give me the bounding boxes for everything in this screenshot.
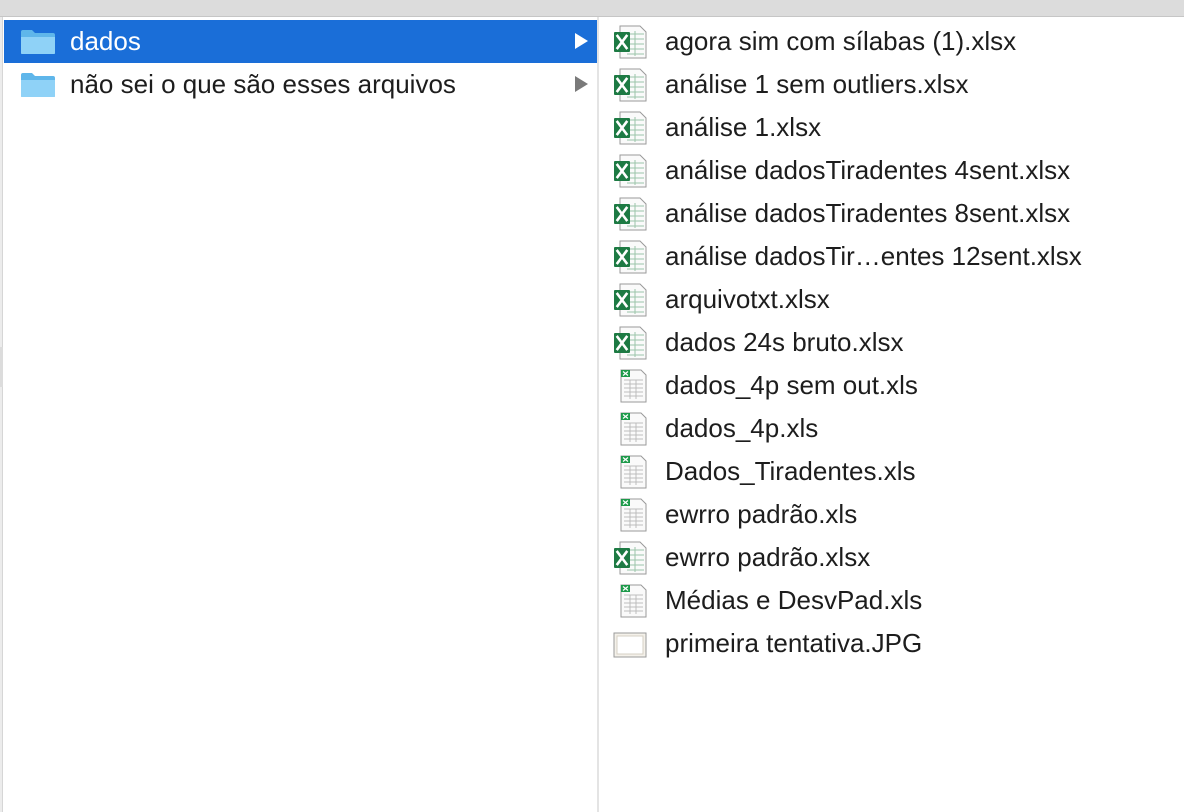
- file-name: primeira tentativa.JPG: [665, 628, 923, 658]
- file-column: agora sim com sílabas (1).xlsx análise 1…: [599, 17, 1184, 812]
- folder-icon: [21, 73, 55, 97]
- file-name: dados_4p.xls: [665, 413, 819, 443]
- file-name: análise 1.xlsx: [665, 112, 822, 142]
- folder-icon: [21, 30, 55, 54]
- file-name: análise dadosTir…entes 12sent.xlsx: [665, 241, 1082, 271]
- file-row[interactable]: análise dadosTiradentes 8sent.xlsx: [599, 192, 1184, 235]
- file-name: ewrro padrão.xlsx: [665, 542, 871, 572]
- xlsx-icon: [614, 197, 647, 231]
- folder-name: dados: [70, 26, 141, 56]
- file-name: agora sim com sílabas (1).xlsx: [665, 26, 1017, 56]
- file-row[interactable]: primeira tentativa.JPG: [599, 622, 1184, 665]
- sidebar-edge[interactable]: [0, 17, 3, 812]
- folder-row-nao-sei[interactable]: não sei o que são esses arquivos: [4, 63, 597, 106]
- file-row[interactable]: análise 1.xlsx: [599, 106, 1184, 149]
- xlsx-icon: [614, 283, 647, 317]
- file-row[interactable]: análise dadosTir…entes 12sent.xlsx: [599, 235, 1184, 278]
- file-row[interactable]: arquivotxt.xlsx: [599, 278, 1184, 321]
- window-top-bar: [0, 0, 1184, 17]
- file-name: análise dadosTiradentes 4sent.xlsx: [665, 155, 1071, 185]
- file-name: dados 24s bruto.xlsx: [665, 327, 904, 357]
- jpg-icon: [613, 632, 647, 658]
- file-row[interactable]: dados_4p.xls: [599, 407, 1184, 450]
- xls-icon: [620, 369, 647, 403]
- xlsx-icon: [614, 25, 647, 59]
- file-name: ewrro padrão.xls: [665, 499, 858, 529]
- xlsx-icon: [614, 111, 647, 145]
- file-row[interactable]: dados 24s bruto.xlsx: [599, 321, 1184, 364]
- file-name: arquivotxt.xlsx: [665, 284, 830, 314]
- xls-icon: [620, 412, 647, 446]
- file-name: dados_4p sem out.xls: [665, 370, 918, 400]
- file-row[interactable]: Médias e DesvPad.xls: [599, 579, 1184, 622]
- chevron-right-icon: [575, 33, 588, 49]
- file-row[interactable]: agora sim com sílabas (1).xlsx: [599, 20, 1184, 63]
- folder-row-dados[interactable]: dados: [4, 20, 597, 63]
- xls-icon: [620, 498, 647, 532]
- xlsx-icon: [614, 154, 647, 188]
- file-name: análise 1 sem outliers.xlsx: [665, 69, 969, 99]
- resize-notch[interactable]: [0, 347, 3, 387]
- file-row[interactable]: ewrro padrão.xlsx: [599, 536, 1184, 579]
- xls-icon: [620, 455, 647, 489]
- xls-icon: [620, 584, 647, 618]
- folder-column: dados não sei o que são esses arquivos: [4, 17, 597, 812]
- file-row[interactable]: Dados_Tiradentes.xls: [599, 450, 1184, 493]
- file-name: Dados_Tiradentes.xls: [665, 456, 916, 486]
- file-name: análise dadosTiradentes 8sent.xlsx: [665, 198, 1071, 228]
- folder-name: não sei o que são esses arquivos: [70, 69, 456, 99]
- xlsx-icon: [614, 240, 647, 274]
- file-row[interactable]: análise dadosTiradentes 4sent.xlsx: [599, 149, 1184, 192]
- file-name: Médias e DesvPad.xls: [665, 585, 923, 615]
- file-row[interactable]: análise 1 sem outliers.xlsx: [599, 63, 1184, 106]
- xlsx-icon: [614, 68, 647, 102]
- xlsx-icon: [614, 541, 647, 575]
- file-row[interactable]: dados_4p sem out.xls: [599, 364, 1184, 407]
- chevron-right-icon: [575, 76, 588, 92]
- xlsx-icon: [614, 326, 647, 360]
- file-row[interactable]: ewrro padrão.xls: [599, 493, 1184, 536]
